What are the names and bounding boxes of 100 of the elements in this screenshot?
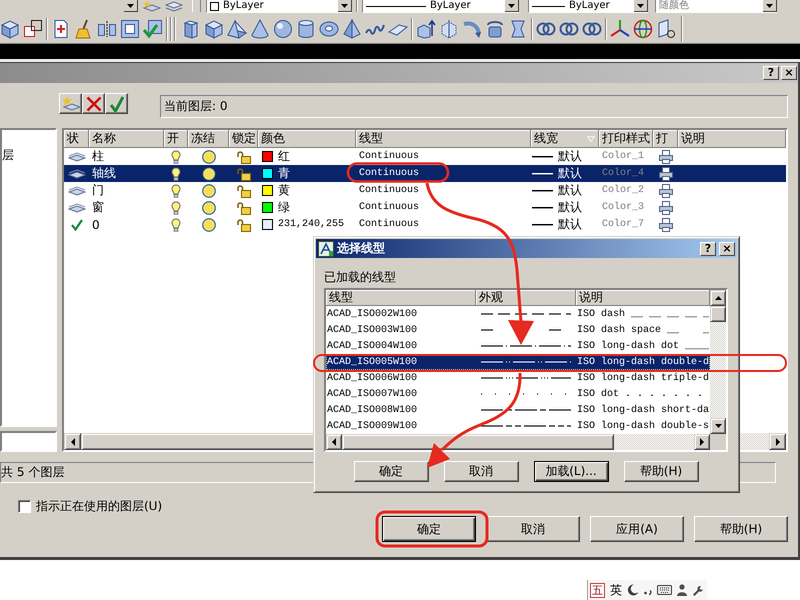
box-icon[interactable]	[181, 18, 201, 38]
panel-circle-icon[interactable]	[656, 18, 676, 38]
keyboard-icon[interactable]	[657, 585, 672, 595]
color-swatch-icon[interactable]	[262, 185, 273, 196]
column-header[interactable]: 开	[164, 130, 188, 148]
scroll-thumb[interactable]	[342, 434, 614, 450]
sun-icon[interactable]	[202, 150, 216, 164]
extrude-arrow-icon[interactable]	[416, 18, 436, 38]
column-header[interactable]: 线型	[356, 130, 531, 148]
color-swatch-icon[interactable]	[262, 151, 273, 162]
column-header[interactable]: 锁定	[229, 130, 258, 148]
nested-squares-icon[interactable]	[120, 18, 140, 38]
printer-icon[interactable]	[658, 184, 672, 198]
linetype-name[interactable]: Continuous	[356, 168, 531, 179]
dialog-button[interactable]: 帮助(H)	[694, 516, 788, 542]
printer-icon[interactable]	[658, 166, 672, 180]
sun-icon[interactable]	[202, 184, 216, 198]
sun-icon[interactable]	[202, 166, 216, 180]
curved-arrow-icon[interactable]	[462, 18, 482, 38]
set-current-button[interactable]	[105, 93, 128, 114]
column-header[interactable]: 外观	[476, 290, 576, 306]
printer-icon[interactable]	[658, 200, 672, 214]
scroll-down-button[interactable]	[710, 418, 726, 434]
open-padlock-icon[interactable]	[236, 166, 250, 180]
color-swatch-icon[interactable]	[262, 202, 273, 213]
input-field[interactable]	[0, 431, 57, 452]
linetype-name[interactable]: Continuous	[356, 151, 531, 162]
list-row[interactable]: 轴线 青 Continuous 默认 Color_4	[64, 165, 786, 182]
dialog-button[interactable]: 加载(L)...	[534, 461, 608, 482]
cube-icon[interactable]	[204, 18, 224, 38]
scroll-right-button[interactable]	[769, 433, 786, 450]
sun-icon[interactable]	[202, 200, 216, 214]
sun-icon[interactable]	[202, 218, 216, 232]
cylinder-icon[interactable]	[296, 18, 316, 38]
open-padlock-icon[interactable]	[236, 200, 250, 214]
lineweight-value[interactable]: 默认	[558, 165, 582, 182]
person-icon[interactable]	[677, 584, 687, 596]
dialog-button[interactable]: 确定	[382, 516, 476, 542]
lineweight-value[interactable]: 默认	[558, 216, 582, 233]
dialog-button[interactable]: 取消	[444, 461, 518, 482]
box-check-icon[interactable]	[143, 18, 163, 38]
lineweight-value[interactable]: 默认	[558, 199, 582, 216]
pyramid-icon[interactable]	[342, 18, 362, 38]
cube-icon[interactable]	[0, 18, 20, 38]
dialog-button[interactable]: 应用(A)	[590, 516, 684, 542]
new-layer-button[interactable]	[59, 93, 82, 114]
mirrored-blocks-icon[interactable]	[97, 18, 117, 38]
scroll-right-button[interactable]	[694, 434, 710, 450]
column-header[interactable]: 状	[64, 130, 89, 148]
column-header[interactable]: 说明	[678, 130, 786, 148]
dialog-button[interactable]: 帮助(H)	[624, 461, 698, 482]
wrench-icon[interactable]	[692, 584, 703, 596]
dotted-cube-icon[interactable]	[439, 18, 459, 38]
column-header[interactable]: 颜色	[258, 130, 356, 148]
scroll-left-button[interactable]	[326, 434, 342, 450]
language-button[interactable]: 英	[610, 582, 622, 598]
title-bar-button[interactable]: ×	[781, 66, 797, 80]
printer-icon[interactable]	[658, 218, 672, 232]
dialog-button[interactable]: 确定	[354, 461, 428, 482]
checkbox-label[interactable]: 指示正在使用的图层(U)	[36, 498, 162, 515]
color-swatch-icon[interactable]	[262, 219, 273, 230]
globe-icon[interactable]	[633, 18, 653, 38]
dropdown[interactable]: ByLayer	[362, 0, 519, 13]
color-swatch-icon[interactable]	[262, 168, 273, 179]
dropdown-button[interactable]	[124, 0, 138, 12]
column-header[interactable]: 打	[653, 130, 678, 148]
dropdown[interactable]: ByLayer	[528, 0, 648, 13]
lightbulb-icon[interactable]	[171, 166, 181, 180]
overlapping-squares-icon[interactable]	[23, 18, 43, 38]
column-header[interactable]: 线宽	[531, 130, 599, 148]
sheet-star-icon[interactable]	[143, 0, 161, 12]
lineweight-value[interactable]: 默认	[558, 182, 582, 199]
delete-button[interactable]	[82, 93, 105, 114]
column-header[interactable]: 冻结	[188, 130, 229, 148]
open-padlock-icon[interactable]	[236, 184, 250, 198]
column-header[interactable]: 线型	[326, 290, 476, 306]
open-padlock-icon[interactable]	[236, 218, 250, 232]
column-header[interactable]: 打印样式	[599, 130, 653, 148]
axes-icon[interactable]	[610, 18, 630, 38]
cone-icon[interactable]	[250, 18, 270, 38]
linetype-name[interactable]: Continuous	[356, 202, 531, 213]
torus-icon[interactable]	[319, 18, 339, 38]
title-bar-button[interactable]: ×	[719, 242, 735, 256]
input-mode-button[interactable]: 五	[590, 582, 605, 598]
title-bar-button[interactable]: ?	[763, 66, 779, 80]
revolve-icon[interactable]	[485, 18, 505, 38]
linetype-name[interactable]: Continuous	[356, 219, 531, 230]
stacked-sheets-icon[interactable]	[165, 0, 183, 12]
dropdown[interactable]: ByLayer	[206, 0, 352, 13]
title-bar-button[interactable]: ?	[700, 242, 716, 256]
tree-item[interactable]: 层	[2, 148, 14, 162]
column-header[interactable]: 名称	[89, 130, 164, 148]
checkbox[interactable]	[18, 500, 31, 513]
linetype-name[interactable]: Continuous	[356, 185, 531, 196]
lineweight-value[interactable]: 默认	[558, 148, 582, 165]
moon-icon[interactable]	[627, 584, 639, 596]
column-header[interactable]: 说明	[576, 290, 710, 306]
dialog-button[interactable]: 取消	[486, 516, 580, 542]
scroll-left-button[interactable]	[64, 433, 81, 450]
wedge-icon[interactable]	[227, 18, 247, 38]
